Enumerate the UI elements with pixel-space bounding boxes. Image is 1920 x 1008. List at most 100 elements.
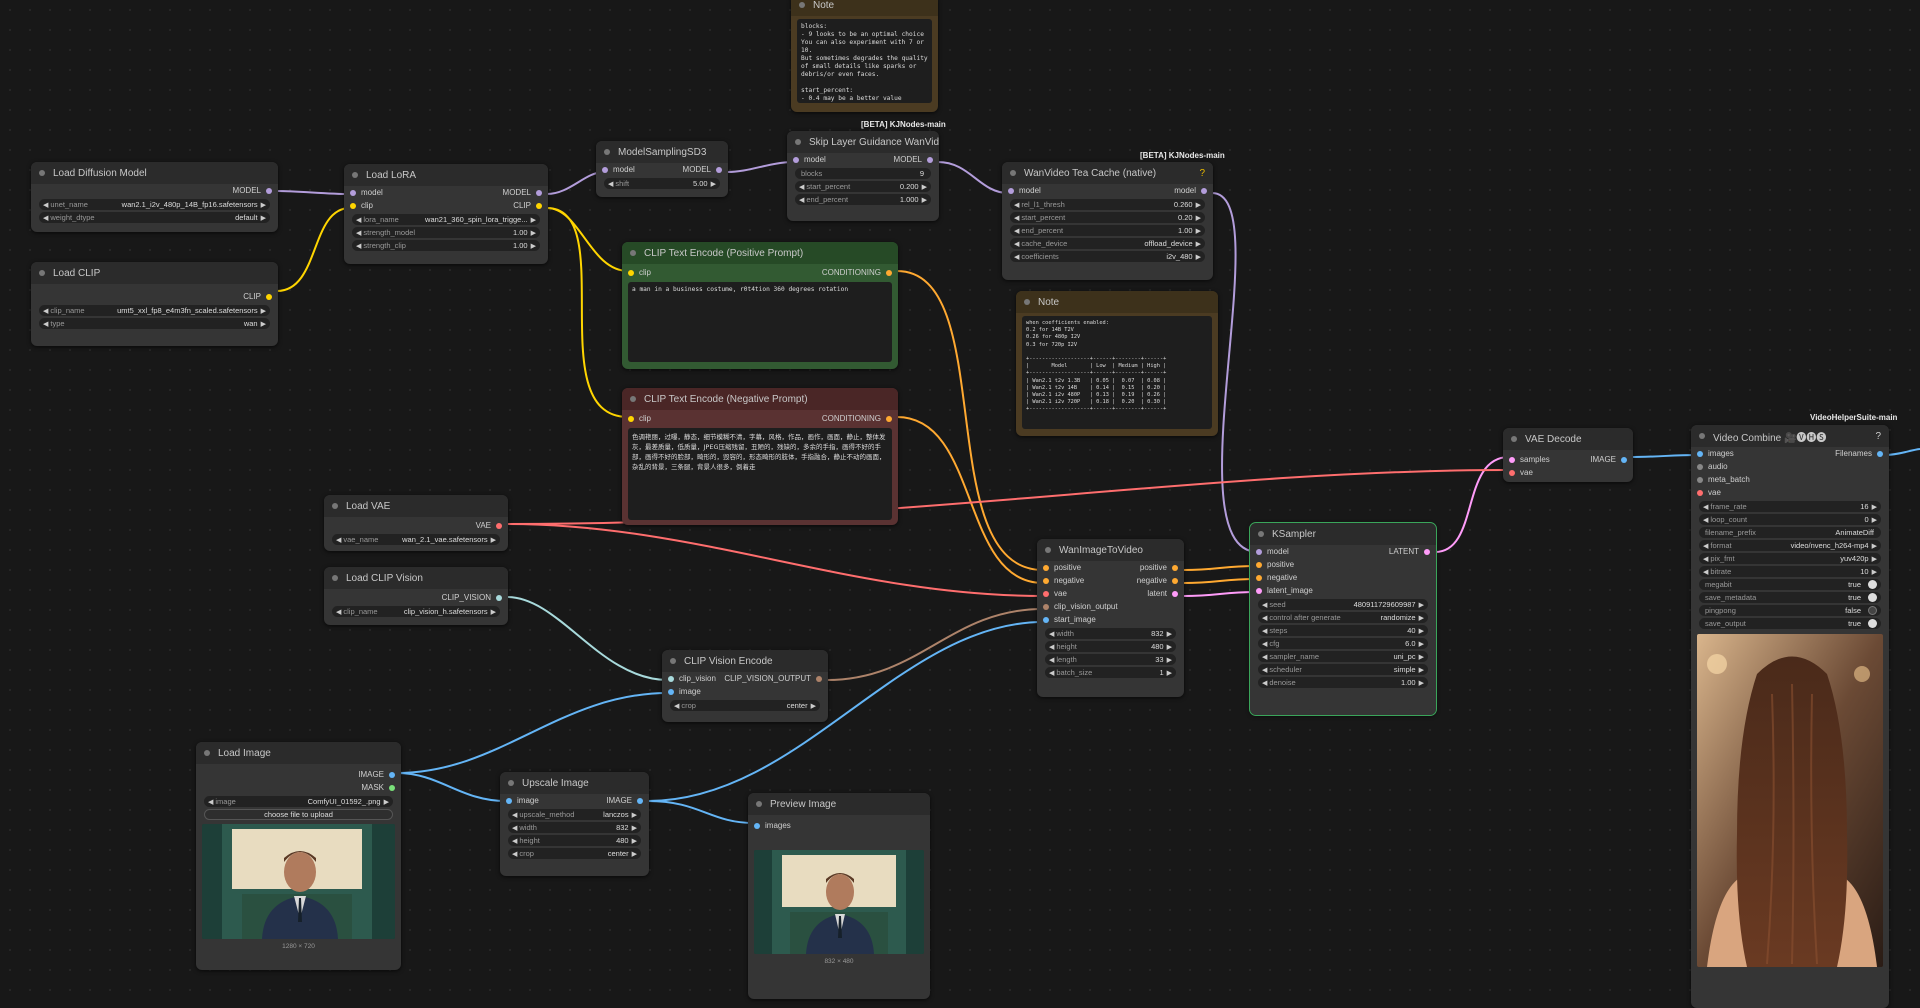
height-number[interactable]: ◀ height 480 ▶ <box>1045 641 1176 652</box>
arrow-right-icon[interactable]: ▶ <box>491 608 496 616</box>
node-header[interactable]: CLIP Text Encode (Negative Prompt) <box>622 388 898 410</box>
arrow-right-icon[interactable]: ▶ <box>531 229 536 237</box>
filename-prefix-text[interactable]: filename_prefix AnimateDiff <box>1699 527 1881 538</box>
cfg-number[interactable]: ◀ cfg 6.0 ▶ <box>1258 638 1428 649</box>
arrow-right-icon[interactable]: ▶ <box>1872 542 1877 550</box>
arrow-left-icon[interactable]: ◀ <box>1049 630 1054 638</box>
arrow-left-icon[interactable]: ◀ <box>1262 666 1267 674</box>
arrow-right-icon[interactable]: ▶ <box>1196 253 1201 261</box>
arrow-right-icon[interactable]: ▶ <box>1419 627 1424 635</box>
clip-vision-output-input-socket[interactable] <box>1043 603 1049 610</box>
model-output-socket[interactable] <box>716 166 722 173</box>
positive-input-socket[interactable] <box>1256 561 1262 568</box>
arrow-left-icon[interactable]: ◀ <box>1703 516 1708 524</box>
choose-file-upload-button[interactable]: choose file to upload <box>204 809 393 820</box>
arrow-left-icon[interactable]: ◀ <box>1262 601 1267 609</box>
arrow-left-icon[interactable]: ◀ <box>512 824 517 832</box>
help-icon[interactable]: ? <box>1199 168 1205 179</box>
images-input-socket[interactable] <box>754 822 760 829</box>
arrow-left-icon[interactable]: ◀ <box>1703 568 1708 576</box>
width-number[interactable]: ◀ width 832 ▶ <box>508 822 641 833</box>
arrow-left-icon[interactable]: ◀ <box>1262 640 1267 648</box>
arrow-left-icon[interactable]: ◀ <box>1262 679 1267 687</box>
toggle-on-icon[interactable] <box>1868 619 1877 628</box>
arrow-left-icon[interactable]: ◀ <box>1049 669 1054 677</box>
node-header[interactable]: ModelSamplingSD3 <box>596 141 728 163</box>
clip-vision-output-socket[interactable] <box>496 594 502 601</box>
node-header[interactable]: Upscale Image <box>500 772 649 794</box>
arrow-right-icon[interactable]: ▶ <box>1872 555 1877 563</box>
node-header[interactable]: CLIP Vision Encode <box>662 650 828 672</box>
arrow-left-icon[interactable]: ◀ <box>336 608 341 616</box>
arrow-right-icon[interactable]: ▶ <box>1196 214 1201 222</box>
node-wan-image-to-video[interactable]: WanImageToVideo positive positive negativ… <box>1037 539 1184 697</box>
image-file-combo[interactable]: ◀ image ComfyUI_01592_.png ▶ <box>204 796 393 807</box>
note-node-coefficients[interactable]: Note when coefficients enabled: 0.2 for … <box>1016 291 1218 436</box>
arrow-left-icon[interactable]: ◀ <box>43 201 48 209</box>
model-input-socket[interactable] <box>602 166 608 173</box>
collapse-dot-icon[interactable] <box>630 396 636 402</box>
node-header[interactable]: Load CLIP <box>31 262 278 284</box>
arrow-left-icon[interactable]: ◀ <box>799 183 804 191</box>
arrow-right-icon[interactable]: ▶ <box>1872 503 1877 511</box>
arrow-left-icon[interactable]: ◀ <box>1014 214 1019 222</box>
arrow-right-icon[interactable]: ▶ <box>1167 630 1172 638</box>
strength-model-number[interactable]: ◀ strength_model 1.00 ▶ <box>352 227 540 238</box>
arrow-right-icon[interactable]: ▶ <box>1196 227 1201 235</box>
arrow-left-icon[interactable]: ◀ <box>356 229 361 237</box>
conditioning-output-socket[interactable] <box>886 415 892 422</box>
model-output-socket[interactable] <box>266 187 272 194</box>
clip-output-socket[interactable] <box>266 293 272 300</box>
collapse-dot-icon[interactable] <box>799 2 805 8</box>
model-input-socket[interactable] <box>350 189 356 196</box>
clip-vision-input-socket[interactable] <box>668 675 674 682</box>
conditioning-output-socket[interactable] <box>886 269 892 276</box>
latent-output-socket[interactable] <box>1424 548 1430 555</box>
arrow-left-icon[interactable]: ◀ <box>356 242 361 250</box>
clip-name-combo[interactable]: ◀ clip_name umt5_xxl_fp8_e4m3fn_scaled.saf… <box>39 305 270 316</box>
collapse-dot-icon[interactable] <box>756 801 762 807</box>
vae-input-socket[interactable] <box>1697 489 1703 496</box>
arrow-right-icon[interactable]: ▶ <box>1872 516 1877 524</box>
sampler-name-combo[interactable]: ◀ sampler_name uni_pc ▶ <box>1258 651 1428 662</box>
node-header[interactable]: Load Diffusion Model <box>31 162 278 184</box>
node-header[interactable]: Load VAE <box>324 495 508 517</box>
arrow-left-icon[interactable]: ◀ <box>43 307 48 315</box>
node-load-clip[interactable]: Load CLIP CLIP ◀ clip_name umt5_xxl_fp8_e4… <box>31 262 278 346</box>
arrow-left-icon[interactable]: ◀ <box>674 702 679 710</box>
frame-rate-number[interactable]: ◀ frame_rate 16 ▶ <box>1699 501 1881 512</box>
cache-device-combo[interactable]: ◀ cache_device offload_device ▶ <box>1010 238 1205 249</box>
note-node-top[interactable]: Note blocks: - 9 looks to be an optimal … <box>791 0 938 112</box>
node-graph-canvas[interactable]: [BETA] KJNodes-main [BETA] KJNodes-main … <box>0 0 1920 1008</box>
model-input-socket[interactable] <box>1256 548 1262 555</box>
arrow-right-icon[interactable]: ▶ <box>261 307 266 315</box>
negative-input-socket[interactable] <box>1256 574 1262 581</box>
node-header[interactable]: CLIP Text Encode (Positive Prompt) <box>622 242 898 264</box>
batch-size-number[interactable]: ◀ batch_size 1 ▶ <box>1045 667 1176 678</box>
arrow-right-icon[interactable]: ▶ <box>711 180 716 188</box>
node-header[interactable]: WanImageToVideo <box>1037 539 1184 561</box>
arrow-left-icon[interactable]: ◀ <box>512 811 517 819</box>
pix-fmt-combo[interactable]: ◀ pix_fmt yuv420p ▶ <box>1699 553 1881 564</box>
arrow-left-icon[interactable]: ◀ <box>512 837 517 845</box>
node-header[interactable]: Video Combine 🎥🅥🅗🅢? <box>1691 425 1889 447</box>
clip-vision-output-output-socket[interactable] <box>816 675 822 682</box>
arrow-right-icon[interactable]: ▶ <box>632 850 637 858</box>
node-ksampler[interactable]: KSampler model LATENT positive negative l… <box>1249 522 1437 716</box>
arrow-left-icon[interactable]: ◀ <box>1262 653 1267 661</box>
loop-count-number[interactable]: ◀ loop_count 0 ▶ <box>1699 514 1881 525</box>
arrow-right-icon[interactable]: ▶ <box>261 214 266 222</box>
collapse-dot-icon[interactable] <box>332 575 338 581</box>
image-output-socket[interactable] <box>389 771 395 778</box>
images-input-socket[interactable] <box>1697 450 1703 457</box>
node-clip-vision-encode[interactable]: CLIP Vision Encode clip_vision CLIP_VISIO… <box>662 650 828 722</box>
arrow-left-icon[interactable]: ◀ <box>1014 240 1019 248</box>
node-header[interactable]: Load Image <box>196 742 401 764</box>
arrow-left-icon[interactable]: ◀ <box>1014 253 1019 261</box>
help-icon[interactable]: ? <box>1875 431 1881 442</box>
node-header[interactable]: KSampler <box>1250 523 1436 545</box>
width-number[interactable]: ◀ width 832 ▶ <box>1045 628 1176 639</box>
arrow-left-icon[interactable]: ◀ <box>608 180 613 188</box>
collapse-dot-icon[interactable] <box>1024 299 1030 305</box>
clip-input-socket[interactable] <box>628 269 634 276</box>
